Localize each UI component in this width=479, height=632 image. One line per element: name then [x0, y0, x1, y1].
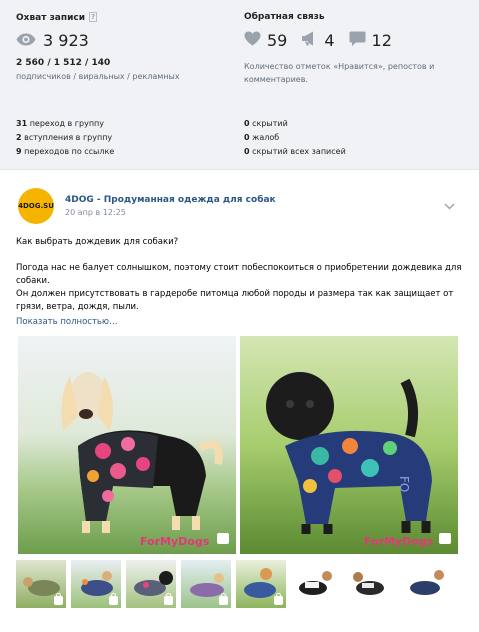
stat-line: 31 переход в группу	[16, 117, 114, 131]
stat-label: переход в группу	[29, 119, 105, 128]
photo-thumbnail[interactable]	[126, 560, 176, 608]
photo-thumbnail[interactable]	[236, 560, 286, 608]
photo-thumbnail[interactable]	[181, 560, 231, 608]
feedback-row: 59 4 12	[244, 29, 406, 51]
stat-number: 9	[16, 147, 22, 156]
stat-line: 0 скрытий	[244, 117, 346, 131]
post-date-link[interactable]: 20 апр в 12:25	[65, 208, 126, 217]
avatar-logo-text: 4DOG.SU	[18, 202, 54, 210]
reach-value: 3 923	[43, 30, 89, 50]
eye-icon	[16, 31, 36, 50]
negative-actions-list: 0 скрытий 0 жалоб 0 скрытий всех записей	[244, 117, 346, 159]
reach-help-badge[interactable]: ?	[89, 12, 98, 22]
feedback-caption: Количество отметок «Нравится», репостов …	[244, 62, 435, 84]
stat-line: 9 переходов по ссылке	[16, 145, 114, 159]
photo-thumbnail-strip	[16, 560, 451, 608]
comments-count: 12	[371, 30, 392, 50]
post-text: Как выбрать дождевик для собаки? Погода …	[16, 236, 466, 314]
post-text-line: Как выбрать дождевик для собаки?	[16, 237, 179, 247]
stat-label: скрытий	[252, 119, 288, 128]
post-text-line: Он должен присутствовать в гардеробе пит…	[16, 289, 454, 312]
watermark-text: ForMyDogs	[140, 535, 210, 548]
reach-breakdown-value: 2 560 / 1 512 / 140	[16, 58, 111, 68]
watermark-text: ForMyDogs	[364, 535, 434, 548]
shopping-bag-icon	[164, 593, 173, 605]
post-text-line: Погода нас не балует солнышком, поэтому …	[16, 263, 462, 286]
post-photo-2[interactable]: FO ForMyDogs	[240, 336, 458, 554]
comment-icon	[349, 31, 366, 50]
likes-count: 59	[267, 30, 288, 50]
shopping-bag-icon	[274, 593, 283, 605]
photo-thumbnail[interactable]	[401, 560, 451, 608]
stat-label: скрытий всех записей	[252, 147, 346, 156]
stat-label: переходов по ссылке	[24, 147, 115, 156]
group-actions-list: 31 переход в группу 2 вступления в групп…	[16, 117, 114, 159]
stat-label: жалоб	[252, 133, 280, 142]
feedback-title: Обратная связь	[244, 12, 325, 22]
post-author-link[interactable]: 4DOG - Продуманная одежда для собак	[65, 195, 276, 205]
shopping-bag-icon	[219, 593, 228, 605]
shopping-bag-icon	[54, 593, 63, 605]
photo-thumbnail[interactable]	[71, 560, 121, 608]
post-header: 4DOG.SU 4DOG - Продуманная одежда для со…	[0, 178, 479, 228]
stat-number: 31	[16, 119, 28, 128]
photo-thumbnail[interactable]	[291, 560, 341, 608]
photo-thumbnail[interactable]	[346, 560, 396, 608]
stat-line: 0 скрытий всех записей	[244, 145, 346, 159]
post-stats-panel: Охват записи? 3 923 2 560 / 1 512 / 140 …	[0, 0, 479, 170]
stat-line: 2 вступления в группу	[16, 131, 114, 145]
reach-title: Охват записи?	[16, 12, 98, 23]
stat-number: 2	[16, 133, 22, 142]
avatar[interactable]: 4DOG.SU	[18, 188, 54, 224]
shopping-bag-icon	[109, 593, 118, 605]
megaphone-icon	[301, 31, 318, 50]
photo-thumbnail[interactable]	[16, 560, 66, 608]
stat-line: 0 жалоб	[244, 131, 346, 145]
heart-icon	[244, 31, 261, 50]
reposts-count: 4	[324, 30, 335, 50]
stat-number: 0	[244, 133, 250, 142]
stat-number: 0	[244, 119, 250, 128]
show-more-link[interactable]: Показать полностью…	[16, 317, 118, 327]
post-photo-1[interactable]: ForMyDogs	[18, 336, 236, 554]
shopping-bag-icon	[439, 593, 448, 605]
shopping-bag-icon	[329, 593, 338, 605]
reach-breakdown-caption: подписчиков / виральных / рекламных	[16, 72, 180, 81]
svg-text:FO: FO	[397, 476, 411, 492]
reach-value-row: 3 923	[16, 29, 89, 51]
chevron-down-icon[interactable]	[444, 195, 455, 214]
stat-label: вступления в группу	[24, 133, 113, 142]
stat-number: 0	[244, 147, 250, 156]
shopping-bag-icon	[384, 593, 393, 605]
reach-title-label: Охват записи	[16, 13, 86, 23]
